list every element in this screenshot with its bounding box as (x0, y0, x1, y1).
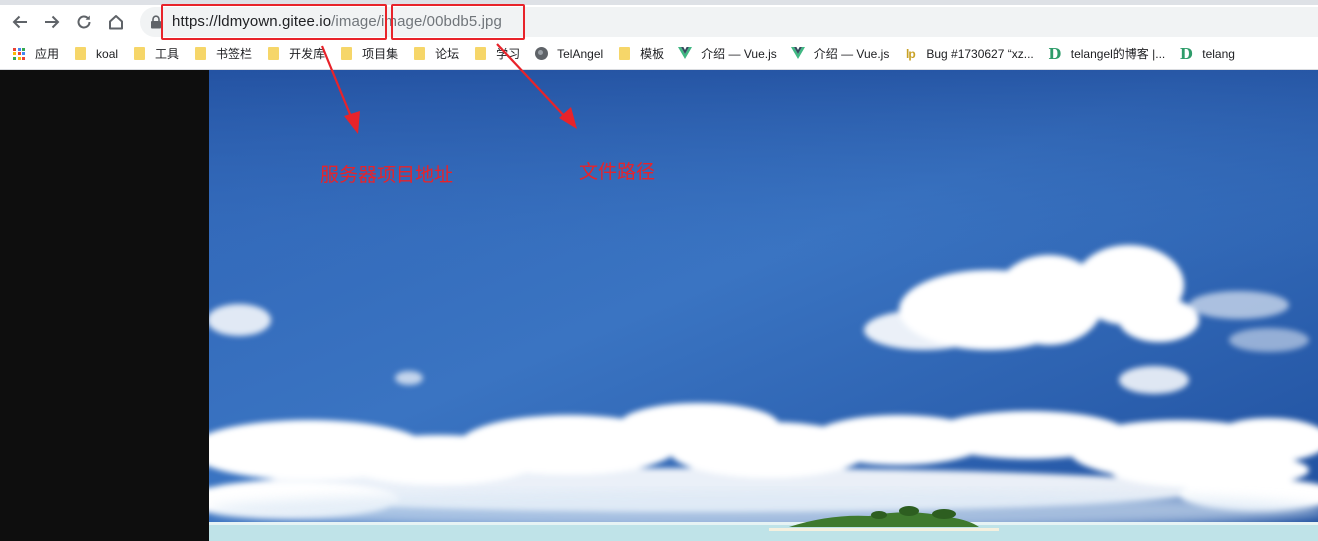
bookmark-item[interactable]: lp Bug #1730627 “xz... (896, 43, 1040, 65)
bookmark-label: koal (96, 46, 119, 61)
bookmark-label: 介绍 — Vue.js (701, 47, 777, 61)
bookmark-label: Bug #1730627 “xz... (926, 46, 1034, 61)
folder-icon (193, 47, 207, 61)
server-address-label: 服务器项目地址 (320, 164, 454, 186)
bookmark-label: 项目集 (362, 47, 399, 61)
bookmark-label: 介绍 — Vue.js (813, 47, 890, 61)
home-button[interactable] (103, 9, 129, 35)
vue-logo-icon (678, 47, 693, 61)
bookmark-label: telang (1202, 46, 1235, 61)
bookmark-item[interactable]: 项目集 (332, 43, 405, 65)
bookmark-item[interactable]: 学习 (466, 43, 527, 65)
bookmark-item[interactable]: 论坛 (405, 43, 466, 65)
bookmark-label: telangel的博客 |... (1070, 47, 1166, 61)
folder-icon (132, 47, 146, 61)
d-logo-icon: D (1048, 44, 1062, 63)
folder-icon (473, 47, 487, 61)
bookmark-item[interactable]: TelAngel (527, 43, 610, 65)
launchpad-icon: lp (905, 46, 916, 61)
page-content (0, 70, 1318, 541)
folder-icon (617, 47, 631, 61)
bookmark-item[interactable]: 模板 (610, 43, 671, 65)
file-path-label: 文件路径 (579, 161, 656, 183)
bookmark-label: 模板 (640, 47, 665, 61)
bookmark-item[interactable]: koal (66, 43, 125, 65)
arrow-left-icon (12, 15, 27, 29)
folder-icon (266, 47, 280, 61)
d-logo-icon: D (1179, 44, 1193, 63)
bookmark-item[interactable]: 书签栏 (186, 43, 259, 65)
file-path-highlight (391, 4, 525, 40)
page-background (0, 70, 209, 541)
bookmark-label: 开发库 (289, 47, 326, 61)
forward-button[interactable] (39, 9, 65, 35)
bookmark-label: 应用 (35, 47, 60, 61)
bookmark-label: 书签栏 (216, 47, 253, 61)
bookmark-item[interactable]: 工具 (125, 43, 186, 65)
reload-icon (77, 15, 91, 29)
globe-icon (534, 47, 548, 61)
bookmark-label: 学习 (496, 47, 521, 61)
bookmark-item[interactable]: Dtelang (1172, 43, 1242, 65)
folder-icon (412, 47, 426, 61)
server-address-highlight (161, 4, 387, 40)
vue-logo-icon (790, 47, 805, 61)
apps-grid-icon (12, 47, 26, 61)
bookmark-label: TelAngel (557, 46, 604, 61)
bookmark-item[interactable]: Dtelangel的博客 |... (1041, 43, 1173, 65)
arrow-right-icon (45, 15, 60, 29)
displayed-image (209, 70, 1318, 541)
browser-window: https://ldmyown.gitee.io/image/image/00b… (0, 0, 1318, 541)
folder-icon (73, 47, 87, 61)
bookmarks-bar: 应用 koal 工具 书签栏 开发库 项目集 论坛 学习 TelAngel 模板 介绍 — Vue.… (0, 38, 1318, 70)
bookmark-item[interactable]: 开发库 (259, 43, 332, 65)
home-icon (109, 15, 123, 30)
bookmark-label: 工具 (155, 47, 180, 61)
bookmark-item[interactable]: 介绍 — Vue.js (671, 43, 784, 65)
reload-button[interactable] (71, 9, 97, 35)
bookmark-item[interactable]: 应用 (0, 43, 66, 65)
bookmark-label: 论坛 (435, 47, 460, 61)
folder-icon (339, 47, 353, 61)
bookmark-item[interactable]: 介绍 — Vue.js (784, 43, 897, 65)
back-button[interactable] (7, 9, 33, 35)
